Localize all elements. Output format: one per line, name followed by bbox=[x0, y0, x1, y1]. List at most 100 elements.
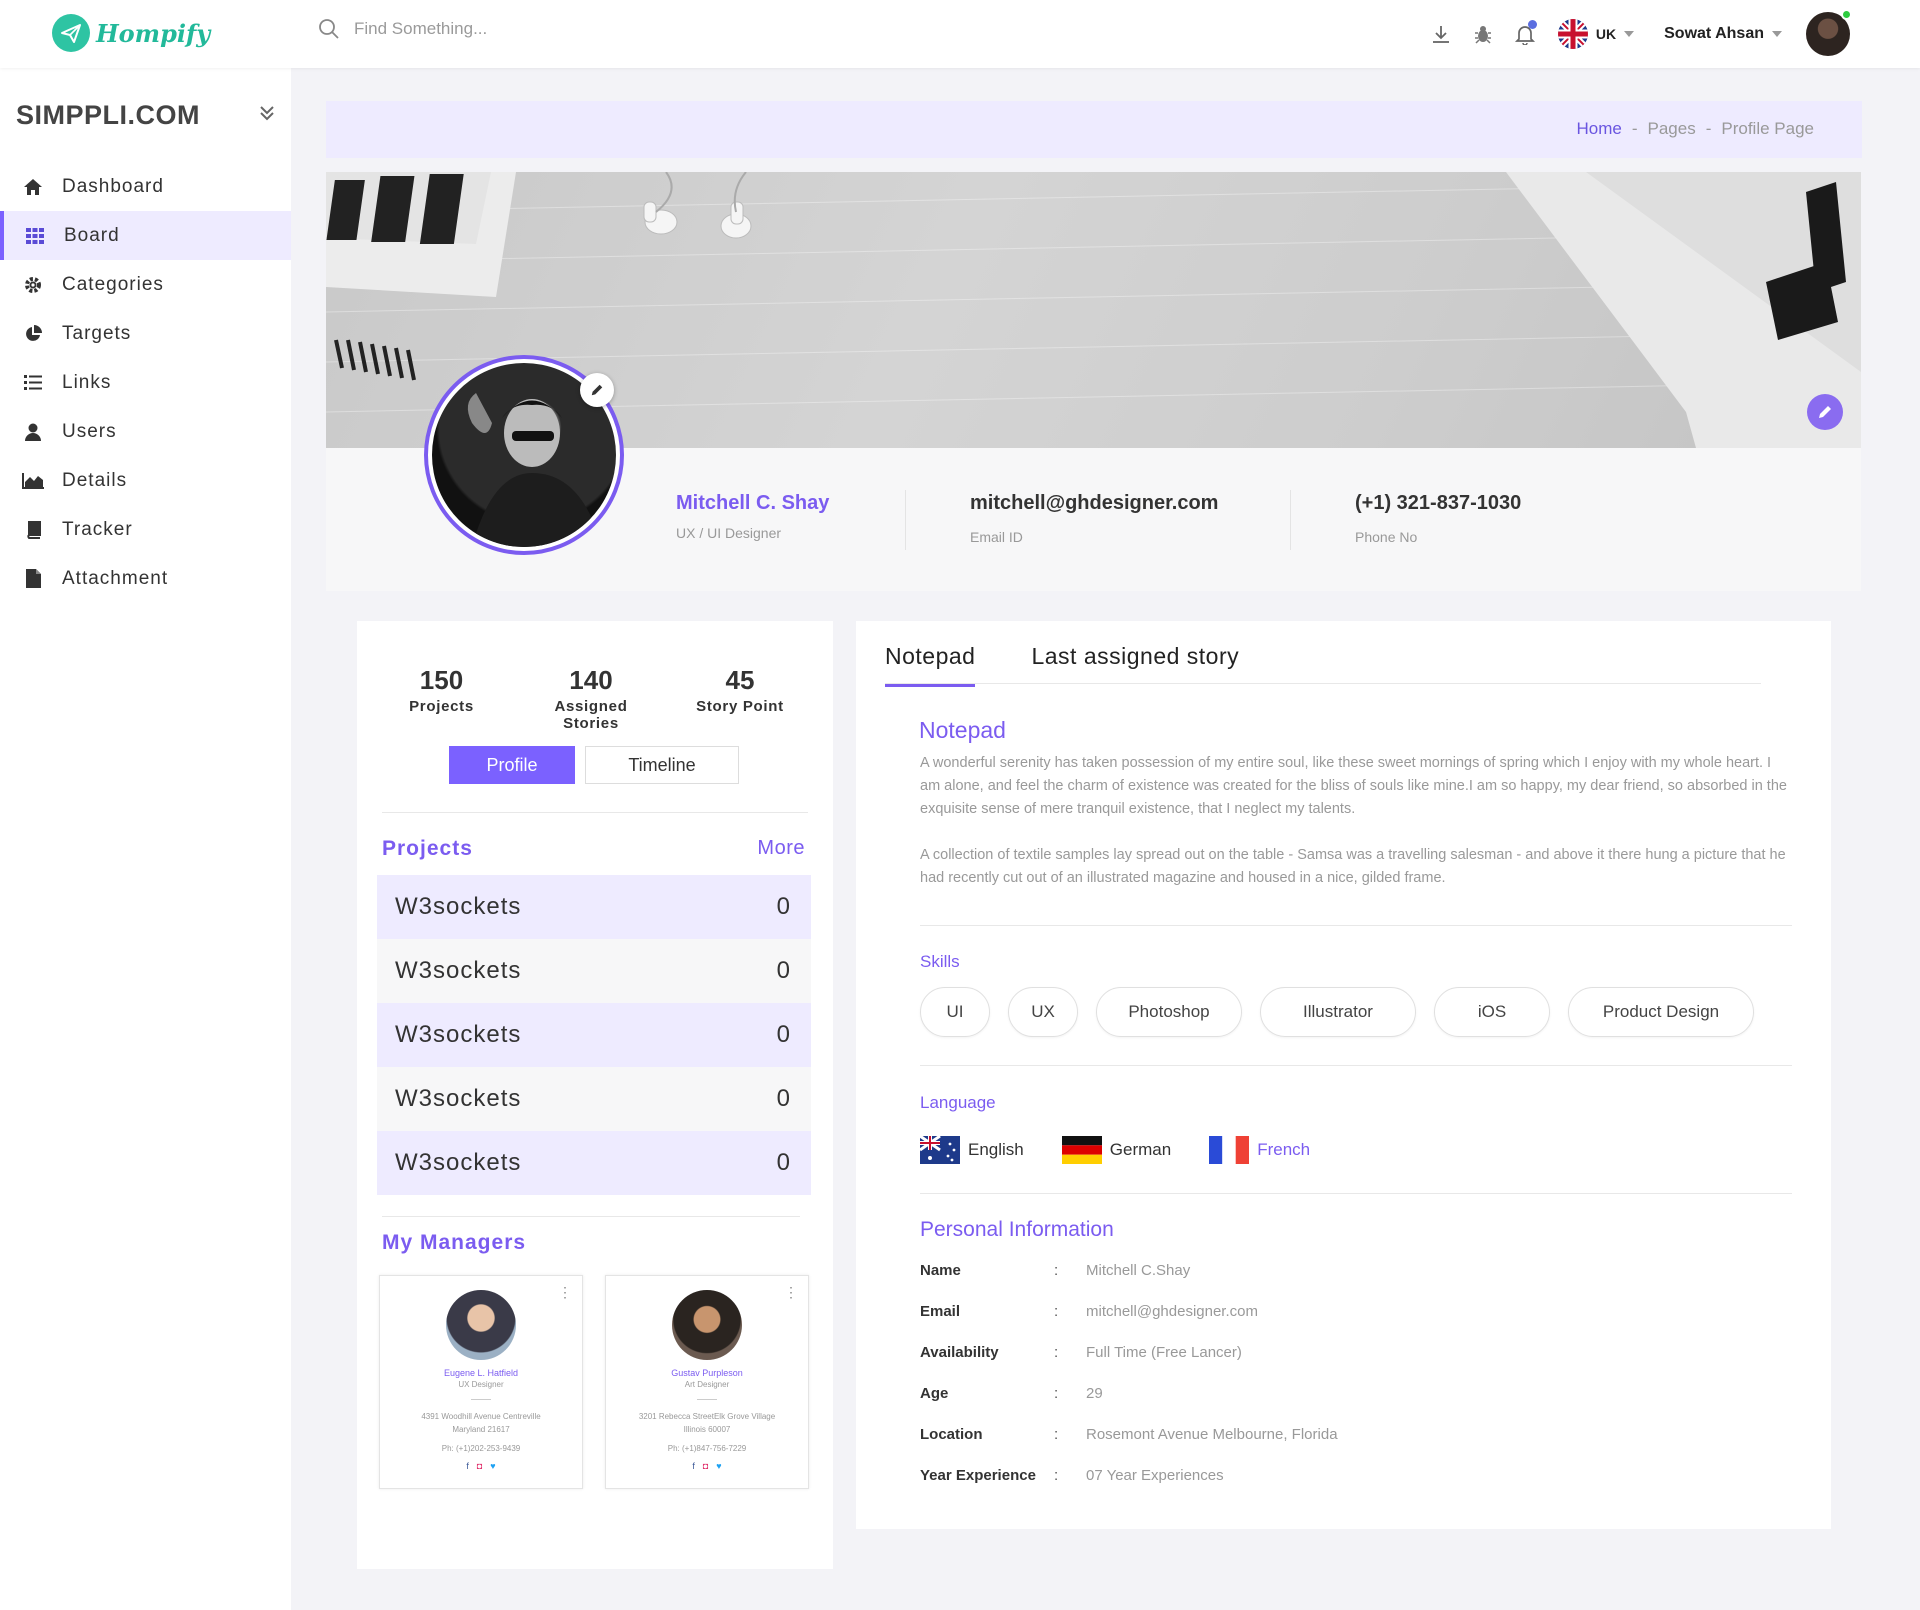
sidebar-item-dashboard[interactable]: Dashboard bbox=[0, 162, 291, 211]
profile-phone-block: (+1) 321-837-1030 Phone No bbox=[1355, 492, 1521, 545]
chevron-down-icon bbox=[1624, 31, 1635, 37]
info-key: Email bbox=[920, 1303, 961, 1320]
language-selector[interactable]: UK bbox=[1557, 19, 1635, 49]
breadcrumb: Home - Pages - Profile Page bbox=[1576, 119, 1814, 139]
manager-card[interactable]: ⋮ Gustav Purpleson Art Designer 3201 Reb… bbox=[605, 1275, 809, 1489]
instagram-icon[interactable]: ◘ bbox=[703, 1461, 708, 1471]
chevron-down-icon bbox=[1772, 31, 1782, 37]
download-icon[interactable] bbox=[1420, 13, 1462, 55]
project-count: 0 bbox=[776, 1021, 791, 1048]
project-name: W3sockets bbox=[395, 893, 522, 920]
top-actions: UK Sowat Ahsan bbox=[1420, 9, 1852, 56]
divider bbox=[697, 1399, 717, 1400]
manager-phone: Ph: (+1)202-253-9439 bbox=[441, 1444, 521, 1453]
sidebar-item-links[interactable]: Links bbox=[0, 358, 291, 407]
info-value: 29 bbox=[1086, 1385, 1103, 1402]
breadcrumb-home-link[interactable]: Home bbox=[1576, 119, 1621, 139]
projects-more-link[interactable]: More bbox=[757, 837, 805, 860]
facebook-icon[interactable]: f bbox=[466, 1461, 469, 1471]
info-colon: : bbox=[1054, 1344, 1059, 1361]
tab-timeline[interactable]: Timeline bbox=[585, 746, 739, 784]
online-status-dot bbox=[1841, 9, 1852, 20]
project-count: 0 bbox=[776, 1085, 791, 1112]
address-line: Illinois 60007 bbox=[683, 1425, 731, 1434]
personal-info-title: Personal Information bbox=[920, 1218, 1114, 1241]
edit-avatar-button[interactable] bbox=[580, 373, 614, 407]
language-english[interactable]: English bbox=[920, 1136, 1024, 1164]
language-german[interactable]: German bbox=[1061, 1136, 1171, 1164]
divider bbox=[1290, 490, 1291, 550]
manager-card[interactable]: ⋮ Eugene L. Hatfield UX Designer 4391 Wo… bbox=[379, 1275, 583, 1489]
info-value: mitchell@ghdesigner.com bbox=[1086, 1303, 1258, 1320]
edit-cover-button[interactable] bbox=[1807, 394, 1843, 430]
manager-role: Art Designer bbox=[684, 1380, 730, 1389]
manager-name[interactable]: Gustav Purpleson bbox=[606, 1368, 808, 1378]
breadcrumb-separator: - bbox=[1631, 119, 1638, 138]
manager-name[interactable]: Eugene L. Hatfield bbox=[380, 1368, 582, 1378]
profile-name: Mitchell C. Shay bbox=[676, 492, 830, 514]
info-key: Availability bbox=[920, 1344, 999, 1361]
book-icon bbox=[22, 520, 44, 539]
brand-logo[interactable]: Hompify bbox=[52, 14, 210, 52]
tab-last-assigned-story[interactable]: Last assigned story bbox=[1031, 643, 1239, 687]
tab-profile[interactable]: Profile bbox=[449, 746, 575, 784]
bug-icon[interactable] bbox=[1462, 13, 1504, 55]
search-input[interactable] bbox=[354, 19, 654, 39]
projects-title: Projects bbox=[382, 837, 473, 860]
more-options-icon[interactable]: ⋮ bbox=[558, 1285, 572, 1299]
project-name: W3sockets bbox=[395, 957, 522, 984]
sidebar-item-categories[interactable]: Categories bbox=[0, 260, 291, 309]
sidebar-item-label: Categories bbox=[62, 273, 164, 295]
table-row: Availability: Full Time (Free Lancer) bbox=[920, 1344, 1338, 1385]
avatar[interactable] bbox=[1806, 9, 1852, 56]
tab-notepad[interactable]: Notepad bbox=[885, 643, 976, 687]
instagram-icon[interactable]: ◘ bbox=[477, 1461, 482, 1471]
top-bar: Hompify UK Sowat Ahsan bbox=[0, 0, 1920, 68]
more-options-icon[interactable]: ⋮ bbox=[784, 1285, 798, 1299]
sidebar-item-attachment[interactable]: Attachment bbox=[0, 554, 291, 603]
skill-chip: UI bbox=[920, 987, 990, 1037]
grid-icon bbox=[24, 227, 46, 244]
skill-chip: UX bbox=[1008, 987, 1078, 1037]
address-line: 4391 Woodhill Avenue Centreville bbox=[421, 1412, 541, 1421]
language-french[interactable]: French bbox=[1209, 1136, 1310, 1164]
sidebar-item-targets[interactable]: Targets bbox=[0, 309, 291, 358]
user-name: Sowat Ahsan bbox=[1664, 25, 1764, 42]
list-item[interactable]: W3sockets 0 bbox=[377, 939, 811, 1003]
stat-label: Projects bbox=[409, 698, 474, 715]
table-row: Name: Mitchell C.Shay bbox=[920, 1262, 1338, 1303]
notepad-title: Notepad bbox=[919, 717, 1006, 743]
list-item[interactable]: W3sockets 0 bbox=[377, 1131, 811, 1195]
personal-info-table: Name: Mitchell C.Shay Email: mitchell@ghde… bbox=[920, 1262, 1338, 1508]
manager-avatar bbox=[446, 1290, 516, 1360]
search-icon[interactable] bbox=[318, 18, 340, 40]
sidebar-nav: Dashboard Board Categories Targets Links… bbox=[0, 162, 291, 603]
sidebar-item-tracker[interactable]: Tracker bbox=[0, 505, 291, 554]
collapse-chevron-icon[interactable] bbox=[258, 104, 276, 127]
divider bbox=[905, 490, 906, 550]
list-item[interactable]: W3sockets 0 bbox=[377, 1067, 811, 1131]
sidebar-item-details[interactable]: Details bbox=[0, 456, 291, 505]
phone-label: Phone No bbox=[1355, 529, 1418, 545]
divider bbox=[471, 1399, 491, 1400]
facebook-icon[interactable]: f bbox=[692, 1461, 695, 1471]
germany-flag-icon bbox=[1061, 1136, 1102, 1164]
stat-value: 140 bbox=[569, 665, 613, 695]
sidebar-item-label: Targets bbox=[62, 322, 132, 344]
twitter-icon[interactable]: ♥ bbox=[490, 1461, 495, 1471]
twitter-icon[interactable]: ♥ bbox=[716, 1461, 721, 1471]
notification-bell-icon[interactable] bbox=[1504, 13, 1546, 55]
project-count: 0 bbox=[776, 893, 791, 920]
info-key: Location bbox=[920, 1426, 983, 1443]
notepad-paragraph: A wonderful serenity has taken possessio… bbox=[920, 755, 1787, 817]
user-menu[interactable]: Sowat Ahsan bbox=[1664, 9, 1852, 56]
sidebar: SIMPPLI.COM Dashboard Board Categories T… bbox=[0, 68, 291, 1610]
profile-avatar bbox=[424, 355, 624, 555]
site-title: SIMPPLI.COM bbox=[16, 100, 201, 130]
list-item[interactable]: W3sockets 0 bbox=[377, 875, 811, 939]
sidebar-item-users[interactable]: Users bbox=[0, 407, 291, 456]
list-item[interactable]: W3sockets 0 bbox=[377, 1003, 811, 1067]
breadcrumb-pages-link[interactable]: Pages bbox=[1648, 119, 1696, 139]
profile-tab-buttons: Profile Timeline bbox=[449, 746, 739, 784]
sidebar-item-board[interactable]: Board bbox=[0, 211, 291, 260]
